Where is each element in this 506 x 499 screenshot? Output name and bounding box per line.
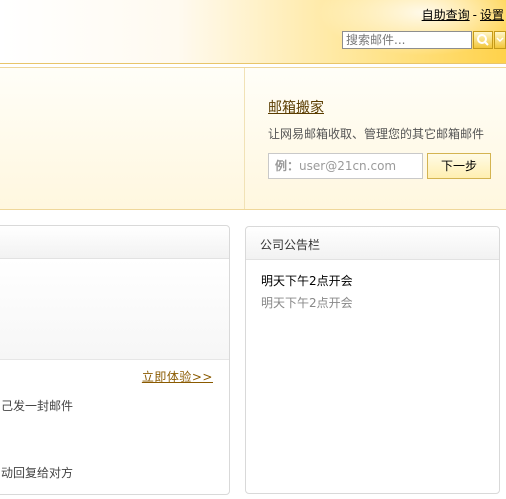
- mail-address-input[interactable]: 例：user@21cn.com: [268, 153, 423, 179]
- mail-move-description: 让网易邮箱收取、管理您的其它邮箱邮件: [268, 127, 485, 141]
- search-button[interactable]: [473, 31, 493, 49]
- notice-title[interactable]: 明天下午2点开会: [261, 272, 353, 289]
- try-now-link[interactable]: 立即体验>>: [142, 368, 213, 385]
- next-button[interactable]: 下一步: [427, 153, 491, 179]
- left-panel: 立即体验>> 己发一封邮件 动回复给对方: [0, 225, 230, 495]
- settings-link[interactable]: 设置: [480, 8, 504, 22]
- notice-body: 明天下午2点开会: [261, 296, 353, 310]
- banner-divider: [244, 68, 245, 209]
- self-service-link[interactable]: 自助查询: [422, 8, 470, 22]
- mail-move-banner: 邮箱搬家 让网易邮箱收取、管理您的其它邮箱邮件 例：user@21cn.com …: [0, 67, 506, 210]
- chevron-down-icon: [496, 37, 504, 43]
- left-panel-text-2: 动回复给对方: [1, 466, 74, 480]
- link-separator: -: [472, 8, 477, 22]
- input-prefix: 例：: [275, 159, 300, 173]
- search-input[interactable]: 搜索邮件...: [342, 31, 472, 49]
- company-notice-panel: 公司公告栏 明天下午2点开会 明天下午2点开会: [245, 226, 500, 494]
- left-panel-promo: 立即体验>>: [0, 259, 229, 384]
- top-header: 自助查询 - 设置 搜索邮件...: [0, 0, 506, 64]
- search-options-button[interactable]: [494, 31, 506, 49]
- search-icon: [477, 34, 489, 46]
- input-placeholder: user@21cn.com: [299, 159, 397, 173]
- top-links: 自助查询 - 设置: [422, 6, 504, 23]
- notice-panel-header: 公司公告栏: [246, 227, 499, 260]
- left-panel-header: [0, 226, 229, 259]
- left-panel-text-1: 己发一封邮件: [1, 399, 74, 413]
- panel-title: 公司公告栏: [260, 238, 321, 252]
- mail-move-link[interactable]: 邮箱搬家: [268, 97, 324, 117]
